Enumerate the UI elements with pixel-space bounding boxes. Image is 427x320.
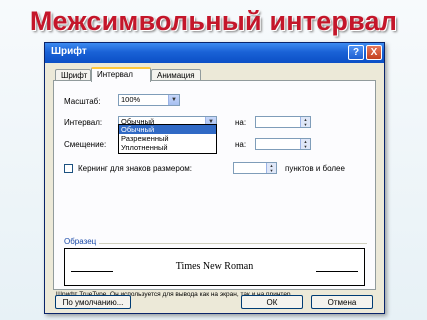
kerning-size-spinner[interactable]: ▲ ▼ [233, 162, 277, 174]
dialog-titlebar[interactable]: Шрифт ? X [45, 43, 384, 63]
sample-group-divider [64, 243, 367, 244]
spin-arrows-icon[interactable]: ▲ ▼ [300, 117, 310, 127]
slide-title: Межсимвольный интервал [29, 6, 398, 36]
scale-label: Масштаб: [64, 97, 101, 106]
close-icon: X [370, 47, 378, 58]
ok-button[interactable]: ОК [241, 295, 303, 309]
offset-label: Смещение: [64, 140, 107, 149]
tab-panel: Масштаб: 100% ▼ Интервал: Обычный ▼ на: … [53, 80, 376, 298]
spin-arrows-icon[interactable]: ▲ ▼ [266, 163, 276, 173]
sample-group-label: Образец [64, 237, 100, 246]
interval-by-spinner[interactable]: ▲ ▼ [255, 116, 311, 128]
help-button[interactable]: ? [348, 45, 364, 60]
chevron-down-icon[interactable]: ▼ [168, 95, 179, 105]
spin-arrows-icon[interactable]: ▲ ▼ [300, 139, 310, 149]
kerning-label: Кернинг для знаков размером: [78, 164, 192, 173]
interval-option-expanded[interactable]: Разреженный [119, 134, 216, 143]
default-button[interactable]: По умолчанию... [55, 295, 131, 309]
interval-label: Интервал: [64, 118, 103, 127]
close-button[interactable]: X [366, 45, 382, 60]
tab-interval[interactable]: Интервал [91, 67, 151, 82]
font-dialog: Шрифт ? X Шрифт Интервал Анимация Масшта… [44, 42, 385, 314]
kerning-suffix: пунктов и более [285, 164, 345, 173]
offset-by-label: на: [235, 140, 247, 149]
sample-preview: Times New Roman [64, 248, 365, 286]
interval-dropdown-list: Обычный Разреженный Уплотненный [118, 124, 217, 154]
scale-value: 100% [121, 95, 141, 104]
offset-by-spinner[interactable]: ▲ ▼ [255, 138, 311, 150]
question-icon: ? [352, 47, 360, 58]
kerning-checkbox[interactable] [64, 164, 73, 173]
dialog-title: Шрифт [51, 46, 87, 57]
interval-by-label: на: [235, 118, 247, 127]
scale-select[interactable]: 100% ▼ [118, 94, 180, 106]
cancel-button[interactable]: Отмена [311, 295, 373, 309]
sample-baseline-right [316, 271, 358, 272]
interval-option-normal[interactable]: Обычный [119, 125, 216, 134]
interval-option-condensed[interactable]: Уплотненный [119, 143, 216, 152]
